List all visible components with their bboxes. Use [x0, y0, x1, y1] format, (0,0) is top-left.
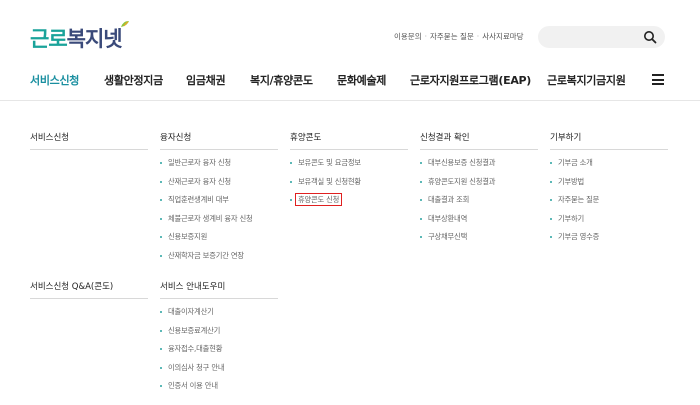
- menu-item[interactable]: 대출이자계산기: [160, 307, 278, 326]
- menu-item[interactable]: 보유콘도 및 요금정보: [290, 158, 408, 177]
- menu-column-heading[interactable]: 휴양콘도: [290, 131, 408, 150]
- menu-column-heading[interactable]: 기부하기: [550, 131, 668, 150]
- menu-column-heading[interactable]: 서비스 안내도우미: [160, 280, 278, 299]
- menu-column-heading[interactable]: 서비스신청 Q&A(콘도): [30, 280, 148, 299]
- top-utility-links: 이용문의 · 자주묻는 질문 · 사사지료마당: [394, 31, 524, 42]
- menu-item[interactable]: 대부상환내역: [420, 214, 538, 233]
- menu-item[interactable]: 인증서 이용 안내: [160, 381, 278, 400]
- gnb-item-wage-claim[interactable]: 임금채권: [186, 72, 226, 88]
- menu-item[interactable]: 신용보증료계산기: [160, 326, 278, 345]
- top-link-faq[interactable]: 자주묻는 질문: [430, 31, 474, 42]
- menu-item[interactable]: 신용보증지원: [160, 232, 278, 251]
- menu-item[interactable]: 기부방법: [550, 177, 668, 196]
- menu-column-heading[interactable]: 서비스신청: [30, 131, 148, 150]
- menu-item[interactable]: 기부하기: [550, 214, 668, 233]
- separator: ·: [424, 32, 427, 41]
- gnb-item-welfare-condo[interactable]: 복지/휴양콘도: [250, 72, 313, 88]
- menu-item[interactable]: 자주묻는 질문: [550, 195, 668, 214]
- menu-column-condo: 휴양콘도 보유콘도 및 요금정보 보유객실 및 신청현황 휴양콘도 신청: [290, 131, 408, 214]
- menu-item[interactable]: 산재근로자 융자 신청: [160, 177, 278, 196]
- menu-column-helper: 서비스 안내도우미 대출이자계산기 신용보증료계산기 융자접수,대출현황 이의심…: [160, 280, 278, 400]
- menu-column-donate: 기부하기 기부금 소개 기부방법 자주묻는 질문 기부하기 기부금 영수증: [550, 131, 668, 251]
- gnb-item-welfare-fund[interactable]: 근로복지기금지원: [547, 72, 626, 88]
- menu-item[interactable]: 기부금 소개: [550, 158, 668, 177]
- menu-item-label: 휴양콘도 신청: [295, 193, 343, 206]
- menu-item[interactable]: 이의심사 청구 안내: [160, 363, 278, 382]
- menu-item[interactable]: 기부금 영수증: [550, 232, 668, 251]
- separator: ·: [476, 32, 480, 41]
- top-link-resources[interactable]: 사사지료마당: [482, 31, 523, 42]
- nav-divider: [0, 100, 700, 101]
- search-icon[interactable]: [643, 30, 657, 44]
- menu-item[interactable]: 체불근로자 생계비 융자 신청: [160, 214, 278, 233]
- menu-item[interactable]: 직업훈련생계비 대부: [160, 195, 278, 214]
- menu-item-condo-apply[interactable]: 휴양콘도 신청: [290, 193, 408, 214]
- menu-column-loan: 융자신청 일반근로자 융자 신청 산재근로자 융자 신청 직업훈련생계비 대부 …: [160, 131, 278, 269]
- menu-column-service: 서비스신청: [30, 131, 148, 150]
- menu-item[interactable]: 대부신용보증 신청결과: [420, 158, 538, 177]
- menu-column-qna: 서비스신청 Q&A(콘도): [30, 280, 148, 299]
- gnb-item-service[interactable]: 서비스신청: [30, 72, 79, 88]
- menu-item[interactable]: 융자접수,대출현황: [160, 344, 278, 363]
- menu-item[interactable]: 산재학자금 보증기간 연장: [160, 251, 278, 270]
- search-box[interactable]: [538, 26, 665, 48]
- gnb-item-living-fund[interactable]: 생활안정지금: [104, 72, 163, 88]
- hamburger-menu-icon[interactable]: [652, 74, 664, 85]
- gnb-item-eap[interactable]: 근로자지원프로그램(EAP): [410, 72, 531, 88]
- logo-text-part2: 복지넷: [66, 27, 123, 51]
- menu-column-heading[interactable]: 신청결과 확인: [420, 131, 538, 150]
- top-link-inquiry[interactable]: 이용문의: [394, 31, 422, 42]
- site-logo[interactable]: 근로 복지넷: [30, 21, 129, 52]
- logo-text-part1: 근로: [30, 27, 68, 51]
- menu-item[interactable]: 일반근로자 융자 신청: [160, 158, 278, 177]
- menu-item[interactable]: 대출결과 조회: [420, 195, 538, 214]
- global-navigation: 서비스신청 생활안정지금 임금채권 복지/휴양콘도 문화예술제 근로자지원프로그…: [0, 66, 700, 94]
- menu-item[interactable]: 구상채무신택: [420, 232, 538, 251]
- logo-leaf-icon: [121, 21, 129, 27]
- gnb-item-culture[interactable]: 문화예술제: [337, 72, 386, 88]
- menu-item[interactable]: 휴양콘도지원 신청결과: [420, 177, 538, 196]
- menu-column-results: 신청결과 확인 대부신용보증 신청결과 휴양콘도지원 신청결과 대출결과 조회 …: [420, 131, 538, 251]
- menu-column-heading[interactable]: 융자신청: [160, 131, 278, 150]
